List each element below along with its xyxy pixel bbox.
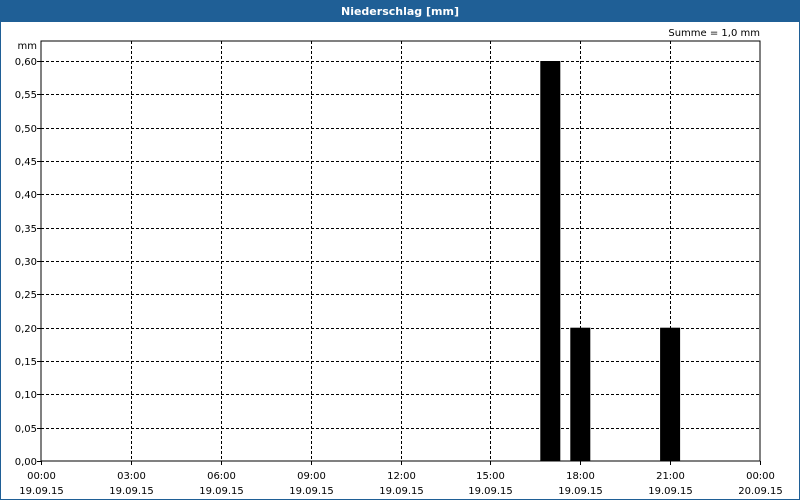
x-tick-date: 19.09.15	[648, 486, 693, 497]
x-tick-time: 03:00	[117, 471, 146, 482]
x-tick-date: 19.09.15	[199, 486, 244, 497]
y-tick-label: 0,35	[15, 224, 37, 235]
precipitation-bar	[540, 61, 561, 461]
x-axis-ticks: 00:00 19.09.15 03:00 19.09.15 06:00 19.09.15 0…	[19, 461, 783, 497]
precipitation-bar	[660, 327, 681, 461]
y-tick-label: 0,20	[15, 324, 37, 335]
y-tick-label: 0,15	[15, 357, 37, 368]
x-tick-time: 21:00	[656, 471, 685, 482]
x-tick-time: 00:00	[746, 471, 775, 482]
precipitation-bar	[570, 327, 591, 461]
x-tick-date: 20.09.15	[738, 486, 783, 497]
x-tick-time: 00:00	[27, 471, 56, 482]
x-tick-date: 19.09.15	[289, 486, 334, 497]
x-tick-date: 19.09.15	[109, 486, 154, 497]
y-tick-label: 0,05	[15, 424, 37, 435]
y-tick-label: 0,45	[15, 157, 37, 168]
y-tick-label: 0,00	[15, 457, 37, 468]
x-tick-date: 19.09.15	[468, 486, 513, 497]
y-tick-label: 0,55	[15, 90, 37, 101]
y-tick-label: 0,25	[15, 290, 37, 301]
x-tick-time: 09:00	[297, 471, 326, 482]
y-tick-label: 0,10	[15, 390, 37, 401]
precipitation-chart: 0,00 0,05 0,10 0,15 0,20 0,25 0,30 0,35 0,40 0,45…	[15, 28, 783, 497]
x-tick-time: 06:00	[207, 471, 236, 482]
plot-area	[40, 40, 761, 462]
sum-annotation: Summe = 1,0 mm	[668, 28, 760, 39]
x-tick-date: 19.09.15	[19, 486, 64, 497]
y-tick-label: 0,40	[15, 190, 37, 201]
x-tick-time: 12:00	[387, 471, 416, 482]
y-axis-ticks: 0,00 0,05 0,10 0,15 0,20 0,25 0,30 0,35 0,40 0,45…	[15, 57, 41, 468]
y-tick-label: 0,60	[15, 57, 37, 68]
x-tick-date: 19.09.15	[379, 486, 424, 497]
y-axis-label: mm	[18, 41, 37, 52]
y-tick-label: 0,30	[15, 257, 37, 268]
y-tick-label: 0,50	[15, 124, 37, 135]
x-tick-date: 19.09.15	[558, 486, 603, 497]
x-tick-time: 15:00	[476, 471, 505, 482]
x-tick-time: 18:00	[566, 471, 595, 482]
